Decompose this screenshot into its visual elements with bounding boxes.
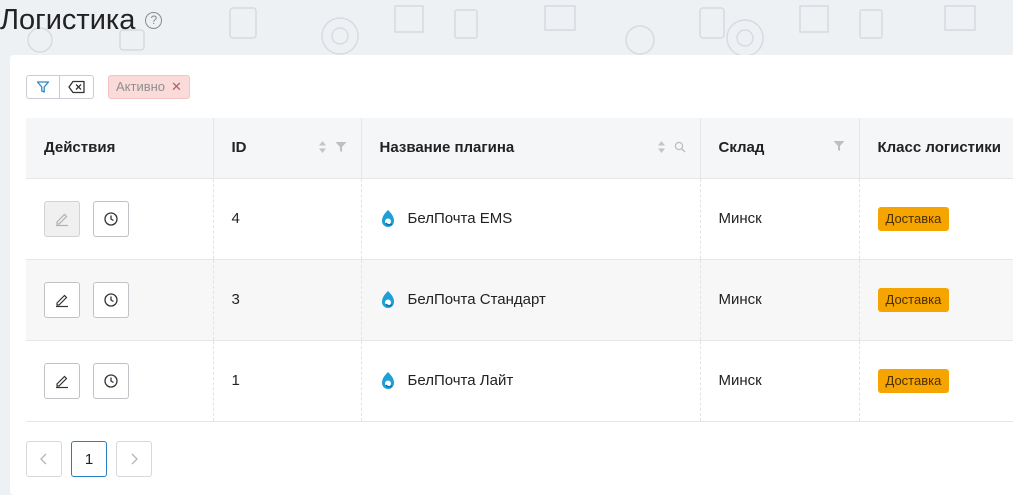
warehouse-cell: Минск <box>700 178 860 260</box>
column-header-label: Класс логистики <box>877 139 1001 157</box>
filter-button[interactable] <box>26 75 60 99</box>
pagination: 1 <box>26 441 152 477</box>
search-icon[interactable] <box>674 141 686 153</box>
pencil-icon <box>56 294 68 307</box>
column-header-label: ID <box>231 139 247 157</box>
pencil-icon <box>56 213 68 226</box>
logistics-class-badge: Доставка <box>877 206 950 231</box>
history-button[interactable] <box>93 200 130 237</box>
id-cell: 3 <box>213 259 362 341</box>
plugin-name[interactable]: БелПочта Стандарт <box>408 291 546 308</box>
page-number-button[interactable]: 1 <box>71 441 107 477</box>
column-header-label: Действия <box>44 139 116 157</box>
column-header-label: Склад <box>718 139 765 157</box>
table-row: 1 БелПочта Лайт Минск Доставка <box>26 340 1013 422</box>
chevron-left-icon <box>40 453 47 465</box>
content-card: Активно ✕ Действия ID Название плагина С… <box>10 55 1013 495</box>
column-header-id[interactable]: ID <box>213 118 362 179</box>
plugin-cell: БелПочта Лайт <box>361 340 701 422</box>
logistics-table: Действия ID Название плагина Склад Класс… <box>26 118 1013 422</box>
prev-page-button[interactable] <box>26 441 62 477</box>
belpochta-logo-icon <box>381 209 394 227</box>
edit-button[interactable] <box>44 281 80 318</box>
warehouse-cell: Минск <box>700 259 860 341</box>
table-header-row: Действия ID Название плагина Склад Класс… <box>26 118 1013 179</box>
history-button[interactable] <box>93 281 130 318</box>
active-filter-tag: Активно ✕ <box>108 75 190 99</box>
history-icon <box>104 211 118 226</box>
filter-icon <box>36 81 50 93</box>
tag-close-icon[interactable]: ✕ <box>171 75 182 99</box>
table-row: 3 БелПочта Стандарт Минск Доставка <box>26 259 1013 341</box>
next-page-button[interactable] <box>116 441 152 477</box>
column-header-plugin[interactable]: Название плагина <box>361 118 701 179</box>
logistics-class-cell: Доставка <box>859 178 1013 260</box>
plugin-name[interactable]: БелПочта EMS <box>408 210 513 227</box>
column-header-label: Название плагина <box>379 139 515 157</box>
column-header-logistics-class: Класс логистики <box>859 118 1013 179</box>
help-icon[interactable]: ? <box>145 11 163 29</box>
plugin-cell: БелПочта EMS <box>361 178 701 260</box>
clear-filters-button[interactable] <box>60 75 94 99</box>
column-header-actions: Действия <box>26 118 214 179</box>
chevron-right-icon <box>131 453 138 465</box>
sort-icon[interactable] <box>318 140 327 154</box>
plugin-cell: БелПочта Стандарт <box>361 259 701 341</box>
history-button[interactable] <box>93 362 130 399</box>
edit-button <box>44 200 80 237</box>
filter-toolbar: Активно ✕ <box>26 75 190 99</box>
active-filter-label: Активно <box>116 79 166 94</box>
history-icon <box>104 373 118 388</box>
page-title: Логистика ? <box>0 0 163 40</box>
history-icon <box>104 292 118 307</box>
belpochta-logo-icon <box>381 371 394 389</box>
id-cell: 1 <box>213 340 362 422</box>
belpochta-logo-icon <box>381 290 394 308</box>
backspace-icon <box>67 80 85 94</box>
edit-button[interactable] <box>44 362 80 399</box>
logistics-class-badge: Доставка <box>877 368 950 393</box>
logistics-class-cell: Доставка <box>859 340 1013 422</box>
actions-cell <box>26 259 214 341</box>
id-cell: 4 <box>213 178 362 260</box>
actions-cell <box>26 340 214 422</box>
sort-icon[interactable] <box>657 140 666 154</box>
page-title-text: Логистика <box>0 4 136 36</box>
warehouse-cell: Минск <box>700 340 860 422</box>
plugin-name[interactable]: БелПочта Лайт <box>408 372 514 389</box>
logistics-class-cell: Доставка <box>859 259 1013 341</box>
table-row: 4 БелПочта EMS Минск Доставка <box>26 178 1013 260</box>
filter-button-group <box>26 75 94 99</box>
column-header-warehouse[interactable]: Склад <box>700 118 860 179</box>
filter-column-icon[interactable] <box>833 140 845 152</box>
pencil-icon <box>56 375 68 388</box>
actions-cell <box>26 178 214 260</box>
logistics-class-badge: Доставка <box>877 287 950 312</box>
filter-column-icon[interactable] <box>335 141 347 153</box>
